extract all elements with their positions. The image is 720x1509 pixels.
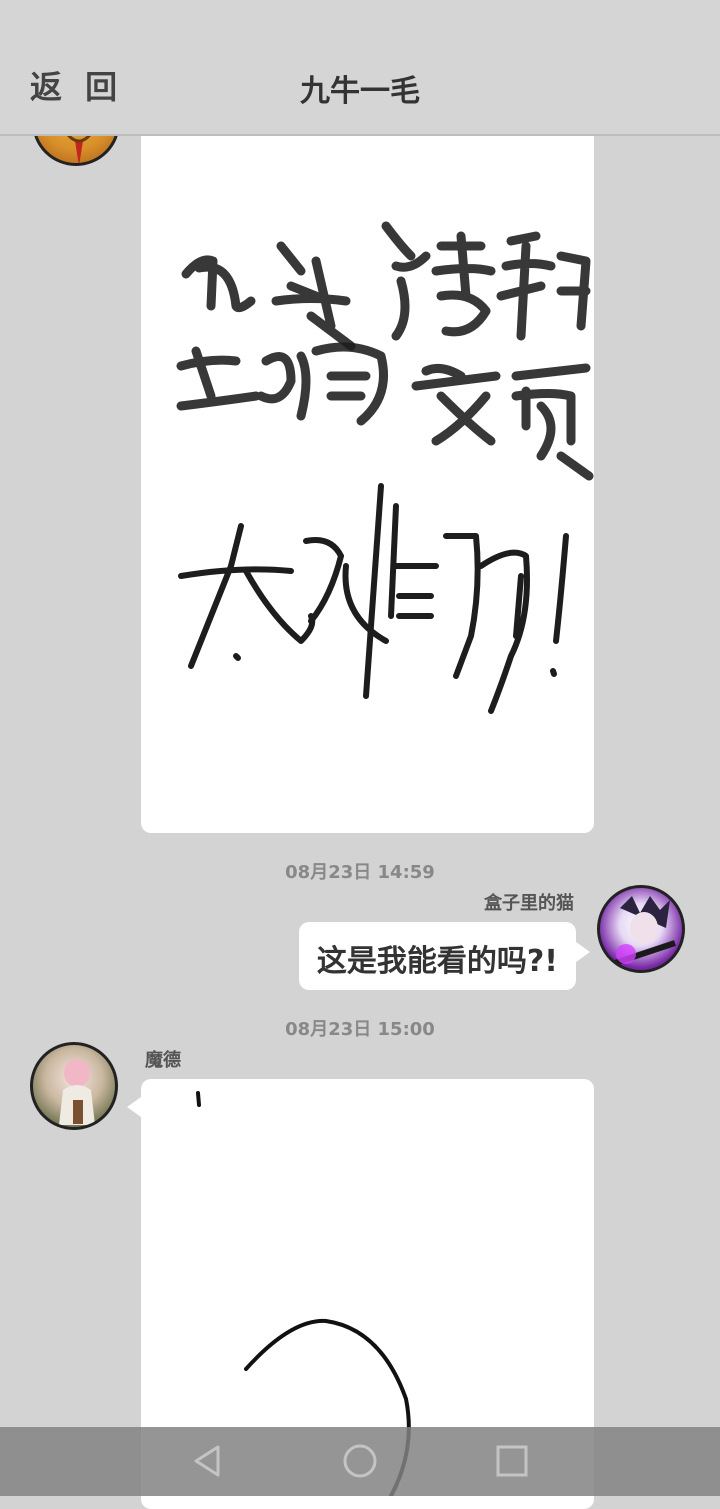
sender-name: 盒子里的猫 <box>484 893 574 914</box>
avatar-sender-3[interactable] <box>30 1042 118 1130</box>
back-triangle-icon[interactable] <box>186 1441 230 1481</box>
avatar-image <box>614 896 676 966</box>
message-timestamp: 08月23日 14:59 <box>285 862 435 883</box>
message-timestamp: 08月23日 15:00 <box>285 1019 435 1040</box>
app-header: 返 回 九牛一毛 <box>0 0 720 136</box>
avatar-sender-2[interactable] <box>597 885 685 973</box>
message-text: 这是我能看的吗?! <box>316 944 558 979</box>
system-navigation-bar <box>0 1427 720 1496</box>
avatar-image <box>59 1059 95 1125</box>
recents-square-icon[interactable] <box>490 1441 534 1481</box>
text-bubble[interactable]: 这是我能看的吗?! <box>298 922 591 990</box>
chat-title: 九牛一毛 <box>300 74 420 109</box>
sender-name: 魔德 <box>145 1050 181 1071</box>
home-circle-icon[interactable] <box>338 1441 382 1481</box>
drawing-bubble-1[interactable] <box>127 96 594 833</box>
handwritten-drawing-image <box>176 221 594 714</box>
